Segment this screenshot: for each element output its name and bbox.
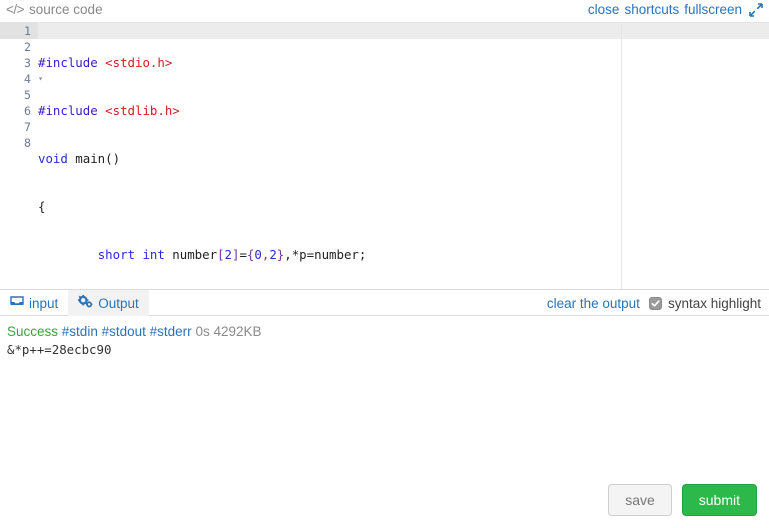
editor-header-bar: </> source code close shortcuts fullscre… bbox=[0, 0, 769, 22]
fullscreen-expand-icon[interactable] bbox=[749, 2, 763, 17]
token-include-path: <stdlib.h> bbox=[105, 103, 180, 118]
line-number: 4 bbox=[24, 72, 31, 86]
tab-output-label: Output bbox=[98, 295, 139, 311]
token-number: 2 bbox=[224, 247, 232, 262]
token-operator: = bbox=[239, 247, 247, 262]
program-stdout: &*p++=28ecbc90 bbox=[7, 342, 112, 357]
tab-input[interactable]: input bbox=[0, 290, 68, 316]
code-line-5: short int number[2]={0,2},*p=number; bbox=[38, 247, 769, 263]
syntax-highlight-label: syntax highlight bbox=[667, 295, 761, 311]
output-result-panel: Success #stdin #stdout #stderr 0s 4292KB… bbox=[0, 316, 769, 357]
code-line-1: #include <stdio.h> bbox=[38, 55, 769, 71]
line-number: 2 bbox=[24, 40, 31, 54]
page-title: source code bbox=[29, 2, 103, 17]
editor-gutter[interactable]: 1 2 3 4 ▾ 5 6 7 8 bbox=[0, 23, 43, 289]
syntax-highlight-toggle[interactable]: syntax highlight bbox=[648, 295, 761, 311]
token-brace: { bbox=[38, 199, 46, 214]
ideone-code-editor-page: </> source code close shortcuts fullscre… bbox=[0, 0, 769, 528]
token-keyword: short int bbox=[97, 247, 165, 262]
gutter-line-6[interactable]: 6 bbox=[0, 103, 38, 119]
token-include-path: <stdio.h> bbox=[105, 55, 173, 70]
code-line-2: #include <stdlib.h> bbox=[38, 103, 769, 119]
gutter-line-3[interactable]: 3 bbox=[0, 55, 38, 71]
line-number: 1 bbox=[24, 24, 31, 38]
check-icon bbox=[651, 299, 660, 307]
gutter-line-2[interactable]: 2 bbox=[0, 39, 38, 55]
gutter-line-7[interactable]: 7 bbox=[0, 119, 38, 135]
token-preprocessor: #include bbox=[38, 103, 98, 118]
tab-input-label: input bbox=[29, 295, 59, 311]
source-code-title-group: </> source code bbox=[6, 2, 103, 17]
syntax-highlight-checkbox[interactable] bbox=[648, 296, 662, 310]
gutter-line-4[interactable]: 4 ▾ bbox=[0, 71, 43, 87]
code-editor[interactable]: 1 2 3 4 ▾ 5 6 7 8 #include <stdio.h> #in… bbox=[0, 22, 769, 290]
line-number: 3 bbox=[24, 56, 31, 70]
gutter-line-8[interactable]: 8 bbox=[0, 135, 38, 151]
exec-time: 0s bbox=[195, 324, 210, 339]
result-status-line: Success #stdin #stdout #stderr 0s 4292KB bbox=[7, 324, 762, 339]
token-rest: ,*p=number; bbox=[284, 247, 367, 262]
save-button[interactable]: save bbox=[608, 484, 672, 516]
line-number: 6 bbox=[24, 104, 31, 118]
line-number: 7 bbox=[24, 120, 31, 134]
line-number: 5 bbox=[24, 88, 31, 102]
inbox-icon bbox=[10, 295, 24, 311]
token-identifier: number bbox=[164, 247, 218, 262]
header-actions: close shortcuts fullscreen bbox=[588, 2, 763, 17]
code-line-3: void main() bbox=[38, 151, 769, 167]
stdout-link[interactable]: #stdout bbox=[102, 324, 146, 339]
code-line-4: { bbox=[38, 199, 769, 215]
token-function: main() bbox=[67, 151, 121, 166]
close-link[interactable]: close bbox=[588, 2, 620, 17]
editor-code-content[interactable]: #include <stdio.h> #include <stdlib.h> v… bbox=[38, 23, 769, 289]
footer-actions: save submit bbox=[0, 480, 769, 528]
output-tabbar-actions: clear the output syntax highlight bbox=[547, 290, 761, 316]
output-tabbar: input Output clear the output syntax hig… bbox=[0, 290, 769, 316]
token-number: 2 bbox=[269, 247, 277, 262]
shortcuts-link[interactable]: shortcuts bbox=[624, 2, 679, 17]
clear-output-link[interactable]: clear the output bbox=[547, 296, 640, 311]
tab-output[interactable]: Output bbox=[68, 290, 149, 316]
code-brackets-icon: </> bbox=[6, 2, 25, 17]
fullscreen-link[interactable]: fullscreen bbox=[684, 2, 742, 17]
exec-memory: 4292KB bbox=[213, 324, 262, 339]
stderr-link[interactable]: #stderr bbox=[150, 324, 192, 339]
submit-button[interactable]: submit bbox=[681, 484, 757, 516]
line-number: 8 bbox=[24, 136, 31, 150]
token-keyword: void bbox=[38, 151, 68, 166]
token-number: 0 bbox=[254, 247, 262, 262]
token-bracket: [ bbox=[217, 247, 225, 262]
stdin-link[interactable]: #stdin bbox=[62, 324, 98, 339]
gears-icon bbox=[78, 295, 93, 311]
token-preprocessor: #include bbox=[38, 55, 98, 70]
status-badge: Success bbox=[7, 324, 59, 339]
gutter-line-5[interactable]: 5 bbox=[0, 87, 38, 103]
gutter-line-1[interactable]: 1 bbox=[0, 23, 38, 39]
